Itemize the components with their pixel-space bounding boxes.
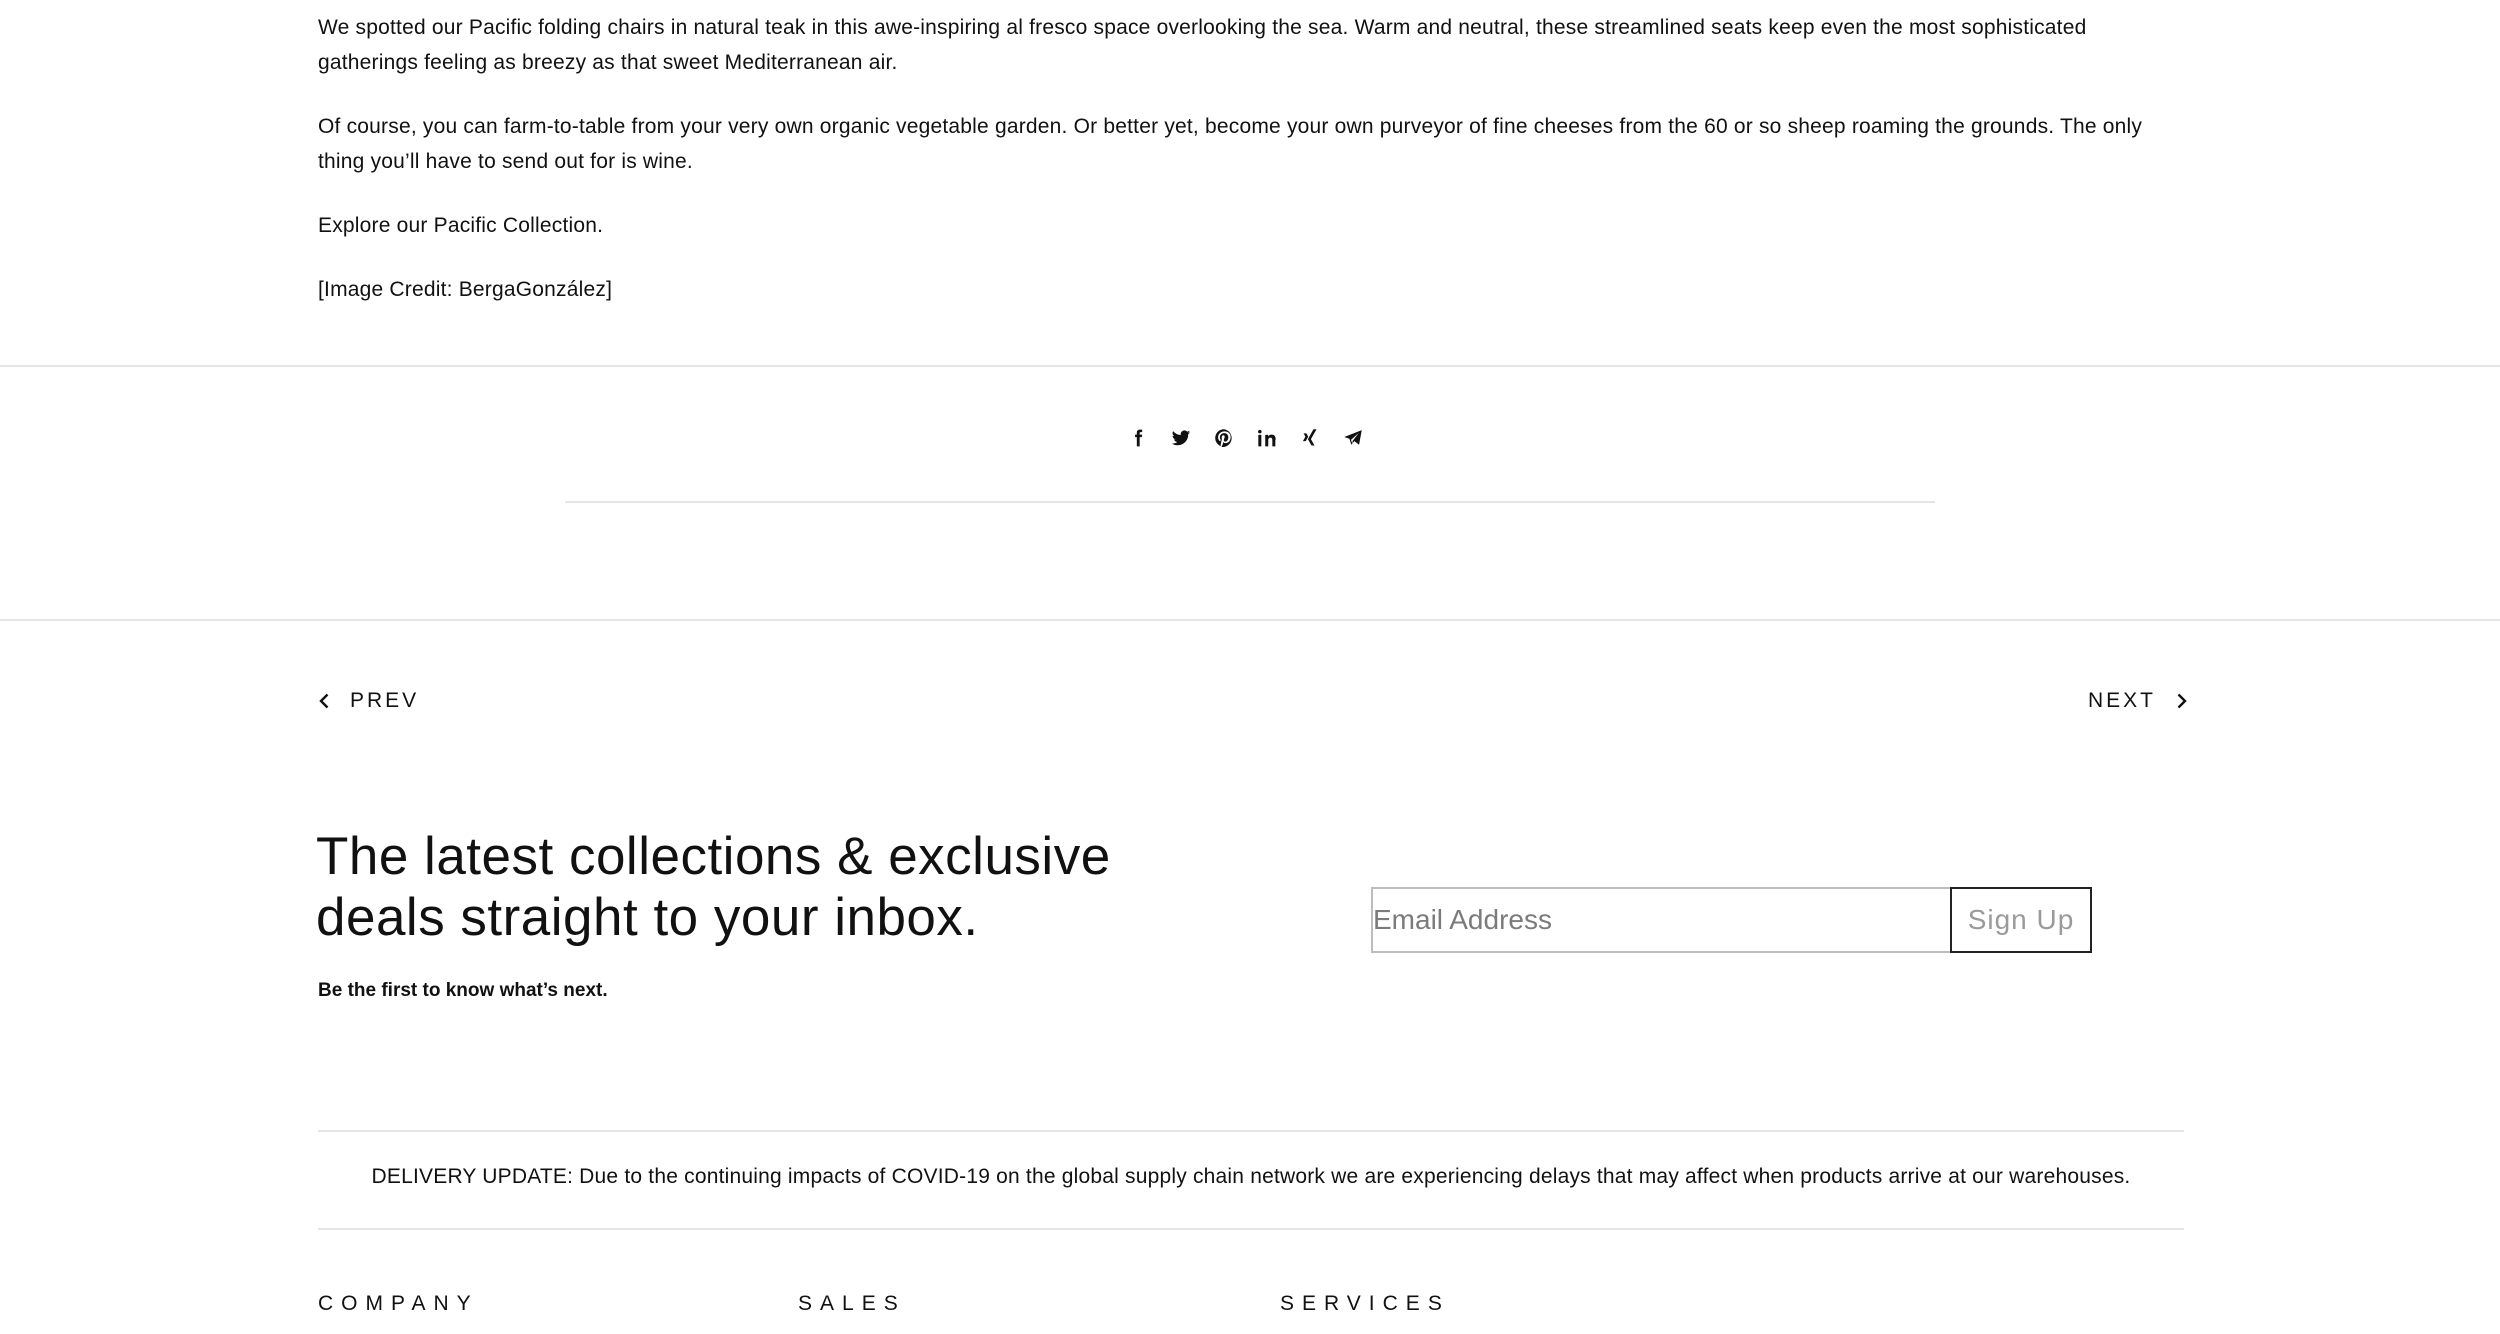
article-paragraph: Of course, you can farm-to-table from yo… xyxy=(318,115,2143,173)
sign-up-button[interactable]: Sign Up xyxy=(1950,887,2092,953)
prev-link[interactable]: PREV xyxy=(316,686,419,716)
prev-label: PREV xyxy=(350,689,420,712)
divider xyxy=(318,1130,2184,1132)
newsletter-title: The latest collections & exclusive deals… xyxy=(316,827,1111,947)
facebook-icon[interactable] xyxy=(1126,426,1150,450)
divider xyxy=(0,619,2500,621)
footer-heading-company: COMPANY xyxy=(318,1292,479,1315)
article-paragraph: Explore our Pacific Collection. xyxy=(318,214,604,237)
footer-heading-services: SERVICES xyxy=(1280,1292,1450,1315)
xing-icon[interactable] xyxy=(1298,426,1322,450)
divider xyxy=(565,501,1935,503)
twitter-icon[interactable] xyxy=(1169,426,1193,450)
chevron-right-icon xyxy=(2177,693,2187,709)
article-body: We spotted our Pacific folding chairs in… xyxy=(318,10,2178,336)
email-field[interactable] xyxy=(1371,887,1950,953)
article-paragraph: We spotted our Pacific folding chairs in… xyxy=(318,16,2087,74)
next-link[interactable]: NEXT xyxy=(2088,686,2190,716)
chevron-left-icon xyxy=(319,693,329,709)
share-bar xyxy=(1126,426,1365,450)
newsletter-subtitle: Be the first to know what’s next. xyxy=(318,980,608,1001)
next-label: NEXT xyxy=(2088,689,2157,712)
telegram-icon[interactable] xyxy=(1341,426,1365,450)
delivery-notice: DELIVERY UPDATE: Due to the continuing i… xyxy=(371,1165,2131,1188)
pinterest-icon[interactable] xyxy=(1212,426,1236,450)
divider xyxy=(318,1228,2184,1230)
divider xyxy=(0,365,2500,367)
image-credit: [Image Credit: BergaGonzález] xyxy=(318,278,613,301)
linkedin-icon[interactable] xyxy=(1255,426,1279,450)
footer-heading-sales: SALES xyxy=(798,1292,906,1315)
